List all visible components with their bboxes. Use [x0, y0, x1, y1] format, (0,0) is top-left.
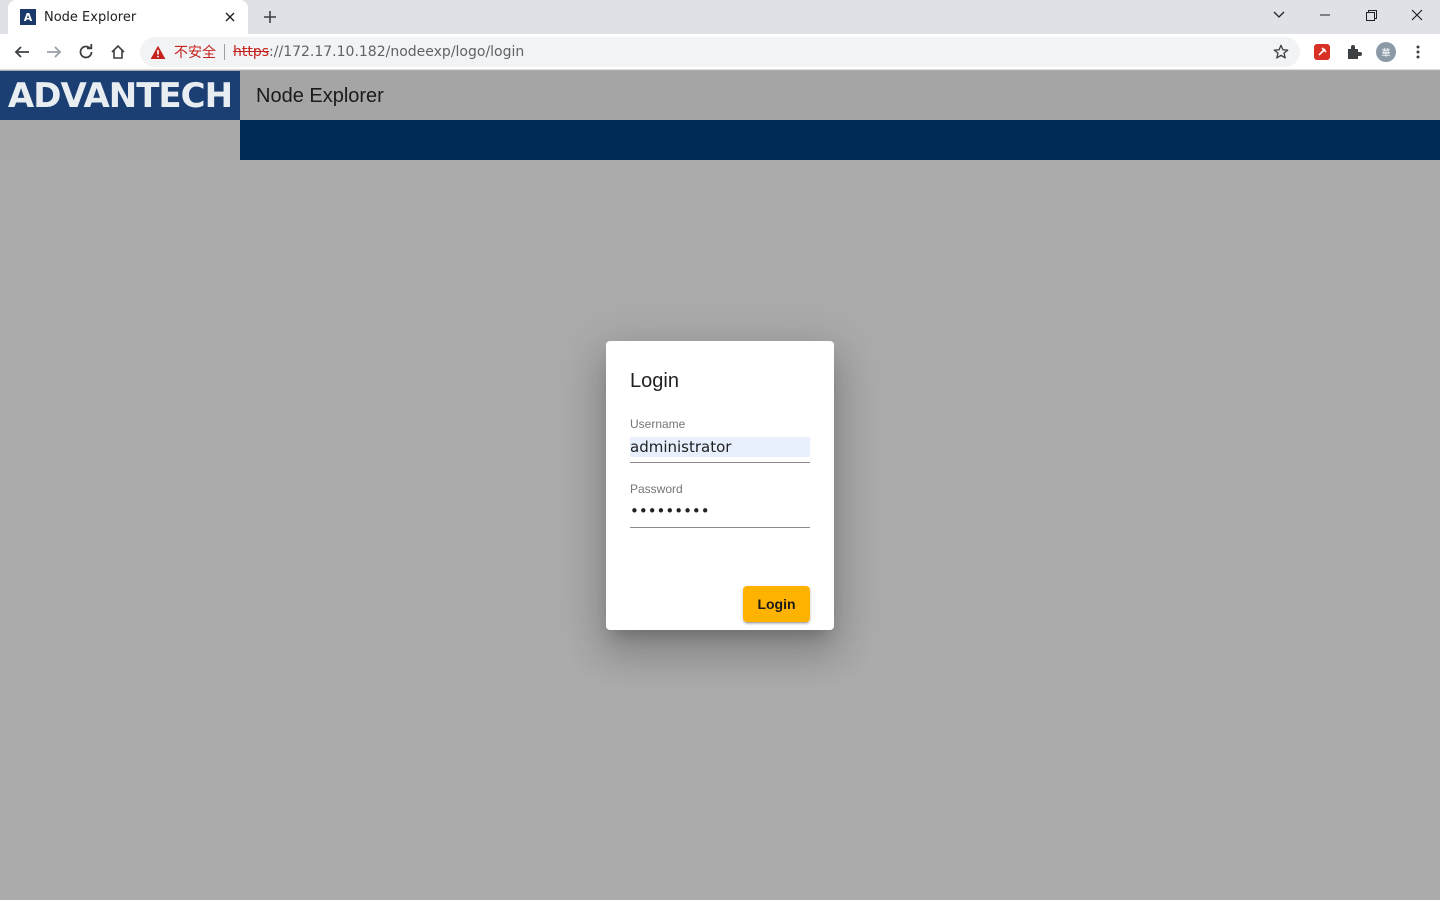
sidebar-strip [0, 120, 240, 160]
advantech-logo: ADVANTECH [0, 71, 240, 120]
restore-button[interactable] [1348, 0, 1394, 30]
tab-title: Node Explorer [44, 9, 137, 25]
password-input[interactable] [630, 501, 810, 521]
reload-button[interactable] [72, 38, 100, 66]
arrow-left-icon [14, 46, 29, 58]
address-bar[interactable]: 不安全 https://172.17.10.182/nodeexp/logo/l… [140, 37, 1300, 67]
tab-search-icon[interactable] [1256, 0, 1302, 30]
app-title: Node Explorer [256, 85, 384, 107]
home-icon [111, 44, 125, 59]
url-text[interactable]: https://172.17.10.182/nodeexp/logo/login [233, 44, 524, 60]
password-label: Password [630, 482, 683, 496]
browser-toolbar: 不安全 https://172.17.10.182/nodeexp/logo/l… [0, 34, 1440, 70]
advantech-favicon-icon: A [20, 9, 36, 25]
username-input[interactable] [630, 437, 810, 457]
username-underline [630, 462, 810, 463]
minimize-button[interactable] [1302, 0, 1348, 30]
profile-avatar[interactable]: 華 [1376, 42, 1396, 62]
new-tab-button[interactable] [258, 6, 282, 28]
address-separator [224, 44, 225, 60]
profile-initial: 華 [1381, 48, 1391, 59]
close-window-button[interactable] [1394, 0, 1440, 30]
extensions-puzzle-icon[interactable] [1344, 42, 1364, 62]
forward-button[interactable] [40, 38, 68, 66]
security-label[interactable]: 不安全 [174, 42, 216, 62]
tab-close-icon[interactable] [222, 9, 238, 25]
url-path: ://172.17.10.182/nodeexp/logo/login [269, 44, 525, 60]
extension-pin-icon[interactable] [1312, 42, 1332, 62]
username-label: Username [630, 417, 686, 431]
browser-tab[interactable]: A Node Explorer [8, 0, 248, 34]
bookmark-star-icon[interactable] [1272, 43, 1290, 61]
browser-tabstrip: A Node Explorer [0, 0, 1440, 34]
url-scheme: https [233, 44, 270, 60]
password-underline [630, 527, 810, 528]
warning-icon[interactable] [150, 44, 166, 60]
logo-text: ADVANTECH [7, 75, 233, 116]
menu-kebab-icon[interactable] [1408, 42, 1428, 62]
home-button[interactable] [104, 38, 132, 66]
login-button[interactable]: Login [743, 586, 810, 622]
nav-bar [240, 120, 1440, 160]
arrow-right-icon [47, 46, 62, 58]
reload-icon [79, 44, 93, 59]
page-content: ADVANTECH Node Explorer Login Username P… [0, 71, 1440, 900]
dialog-title: Login [630, 370, 679, 392]
login-dialog: Login Username Password Login [606, 341, 834, 630]
back-button[interactable] [8, 38, 36, 66]
app-header: Node Explorer [240, 71, 1440, 120]
